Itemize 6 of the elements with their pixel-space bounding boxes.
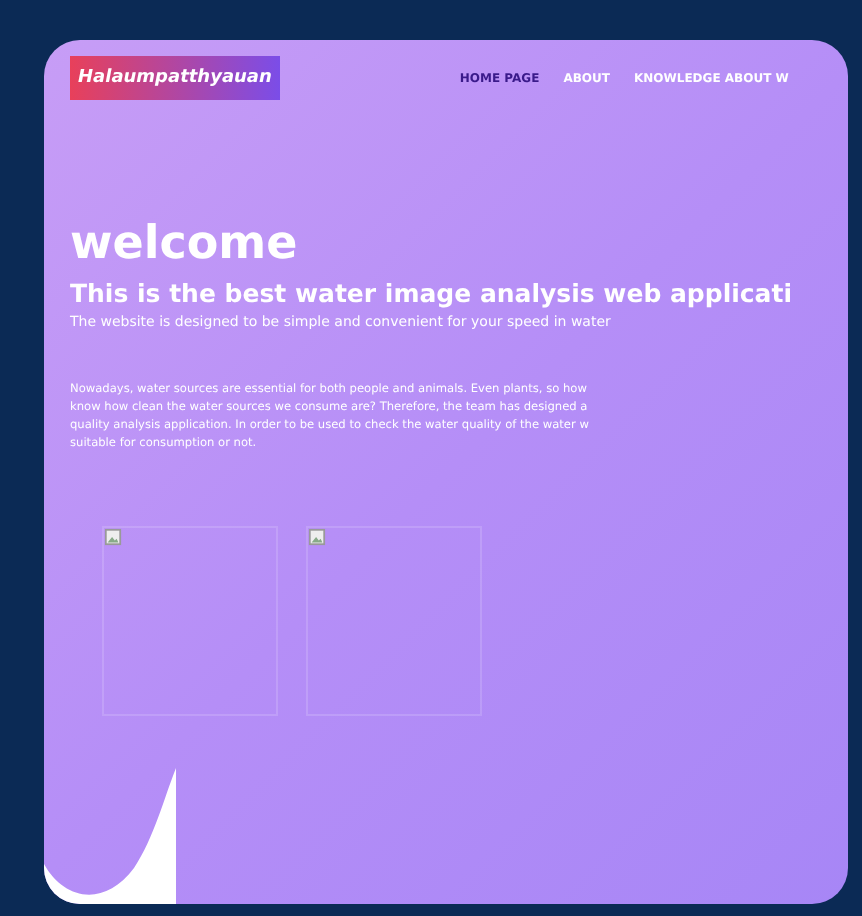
welcome-heading: welcome bbox=[70, 220, 300, 271]
subtitle: This is the best water image analysis web applicati bbox=[70, 278, 794, 309]
broken-image-icon bbox=[104, 528, 122, 547]
wave-shape bbox=[44, 768, 176, 904]
logo[interactable]: Halaumpatthyauan bbox=[70, 56, 280, 100]
broken-image-icon bbox=[308, 528, 326, 547]
